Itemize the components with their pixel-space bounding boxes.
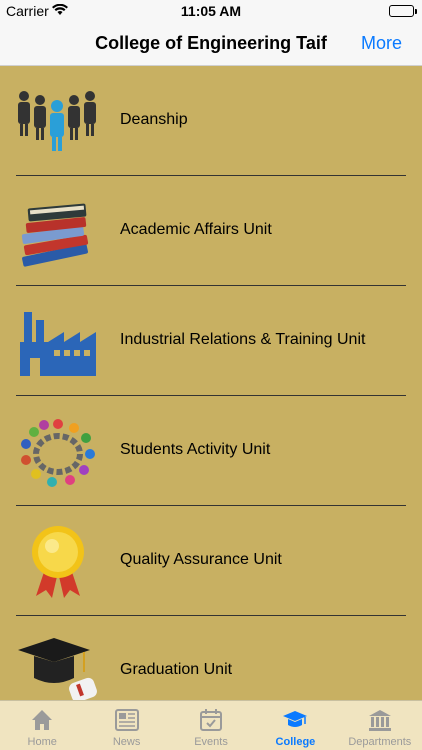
list-item-graduation[interactable]: Graduation Unit (0, 616, 422, 700)
calendar-icon (200, 709, 223, 731)
newspaper-icon (114, 709, 139, 731)
tab-label: News (112, 736, 141, 748)
list-item-quality-assurance[interactable]: Quality Assurance Unit (0, 506, 422, 616)
list-item-label: Graduation Unit (120, 661, 233, 678)
tab-home[interactable]: Home (0, 701, 84, 750)
status-time: 11:05 AM (180, 3, 242, 19)
tab-events[interactable]: Events (169, 701, 253, 750)
navigation-bar: College of Engineering Taif More (0, 22, 422, 66)
list-item-students-activity[interactable]: Students Activity Unit (0, 396, 422, 506)
award-medal-icon (16, 526, 100, 598)
list-item-label: Students Activity Unit (120, 441, 271, 458)
list-item-deanship[interactable]: Deanship (0, 66, 422, 176)
tab-college[interactable]: College (253, 701, 337, 750)
status-bar: Carrier 11:05 AM (0, 0, 422, 22)
more-button[interactable]: More (361, 33, 402, 54)
building-icon (368, 710, 391, 731)
tab-news[interactable]: News (84, 701, 168, 750)
tab-departments[interactable]: Departments (338, 701, 422, 750)
battery-icon (389, 5, 417, 17)
tab-label: College (275, 736, 316, 748)
factory-icon (16, 306, 100, 378)
list-item-label: Quality Assurance Unit (120, 551, 282, 568)
tab-bar: Home News Events College Departments (0, 700, 422, 750)
page-title: College of Engineering Taif (95, 33, 327, 53)
list-item-label: Deanship (120, 111, 188, 128)
units-list: Deanship Academic Affairs Unit Industria… (0, 66, 422, 700)
list-item-industrial-relations[interactable]: Industrial Relations & Training Unit (0, 286, 422, 396)
books-stack-icon (16, 196, 100, 268)
list-item-label: Industrial Relations & Training Unit (120, 331, 366, 348)
tab-label: Events (194, 736, 228, 748)
people-group-icon (16, 86, 100, 158)
list-item-academic-affairs[interactable]: Academic Affairs Unit (0, 176, 422, 286)
graduation-cap-icon (283, 711, 308, 727)
list-item-label: Academic Affairs Unit (120, 221, 272, 238)
home-icon (32, 710, 53, 730)
tab-label: Departments (348, 736, 412, 748)
graduation-cap-icon (16, 636, 100, 700)
people-circle-icon (16, 416, 100, 488)
tab-label: Home (27, 736, 57, 748)
